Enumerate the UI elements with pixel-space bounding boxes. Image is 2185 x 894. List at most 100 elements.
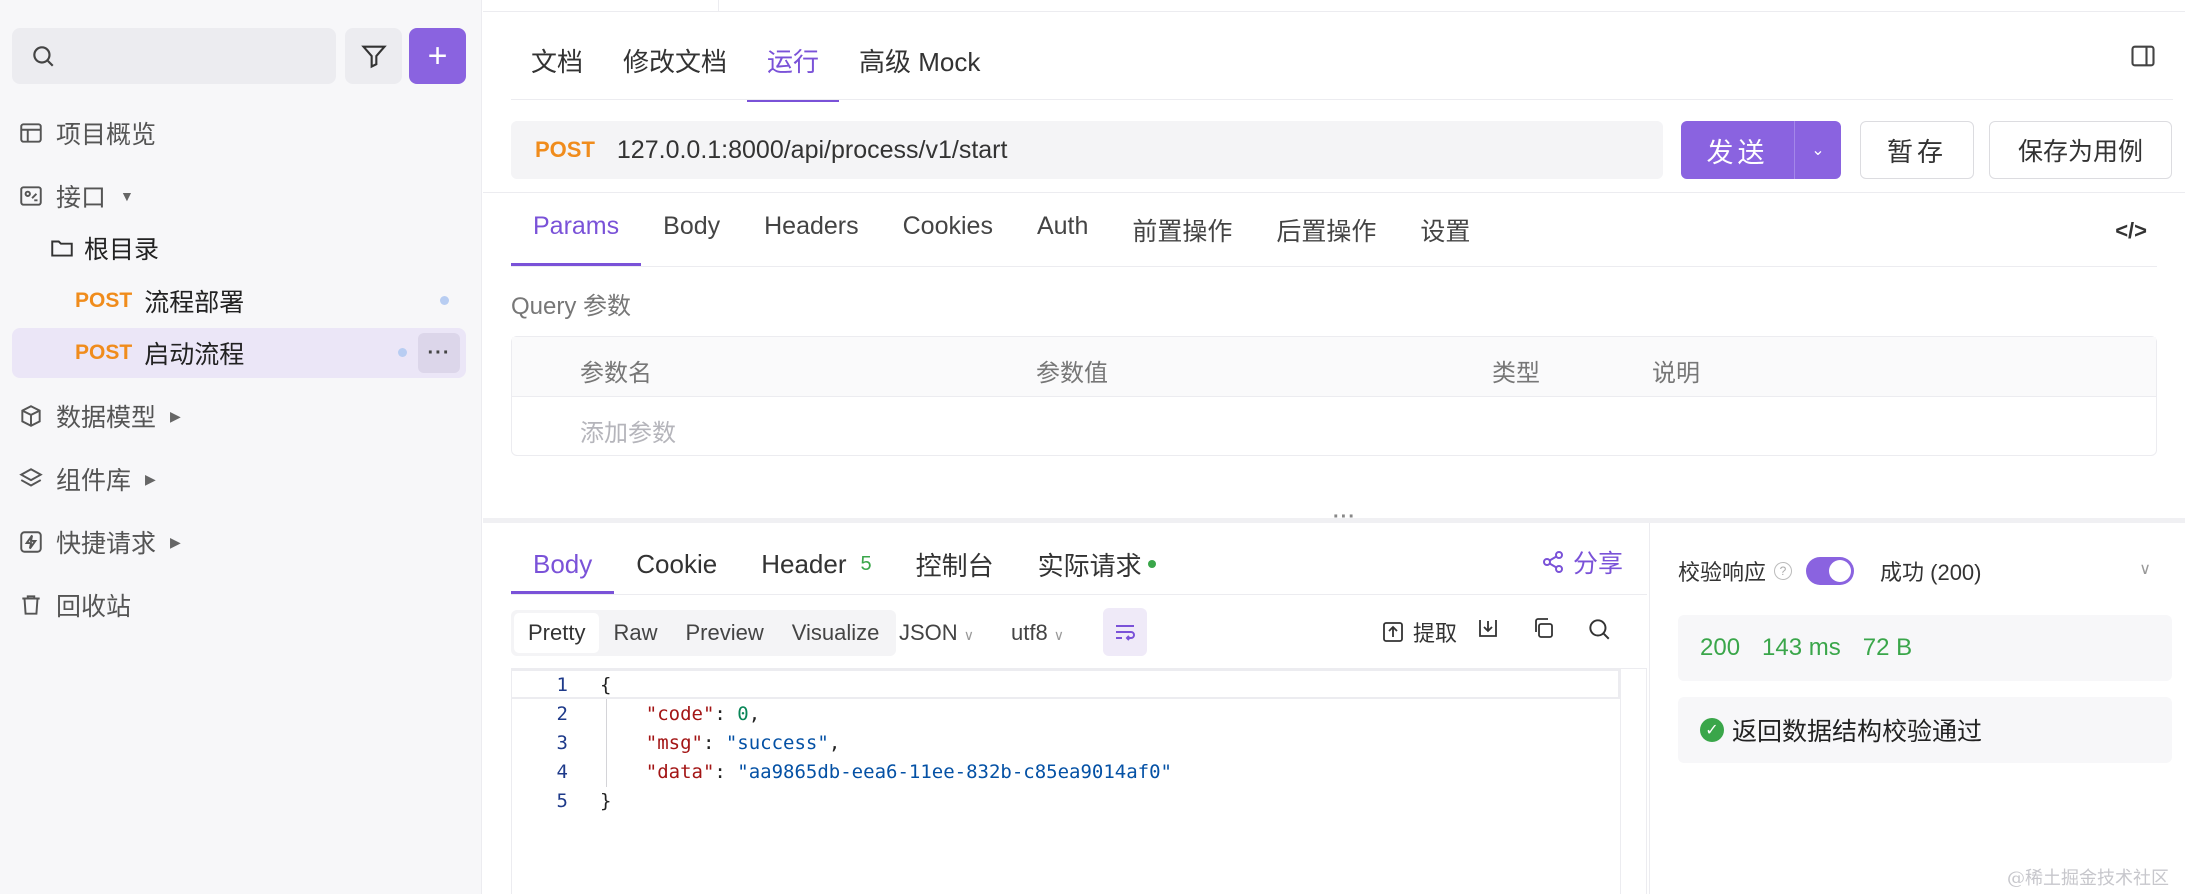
- nav-label: 数据模型: [56, 404, 157, 432]
- copy-icon: [1535, 618, 1553, 638]
- tab-advanced-mock[interactable]: 高级 Mock: [839, 30, 1000, 100]
- copy-button[interactable]: [1531, 616, 1555, 640]
- response-tabs: Body Cookie Header 5 控制台 实际请求: [511, 536, 1178, 594]
- tab-resp-body[interactable]: Body: [511, 536, 615, 594]
- tab-cookies[interactable]: Cookies: [881, 208, 1015, 258]
- code-line: 5 }: [512, 786, 612, 815]
- api-item-active[interactable]: POST 启动流程 ···: [12, 328, 466, 378]
- search-button[interactable]: [1586, 616, 1612, 642]
- check-circle-icon: ✓: [1700, 718, 1724, 742]
- tab-run[interactable]: 运行: [747, 30, 840, 102]
- divider: [483, 192, 2185, 193]
- method-select[interactable]: POST: [535, 137, 595, 163]
- url-bar[interactable]: POST 127.0.0.1:8000/api/process/v1/start: [511, 121, 1663, 179]
- status-select[interactable]: 成功 (200): [1880, 555, 1981, 587]
- format-selector: Pretty Raw Preview Visualize: [511, 610, 897, 656]
- save-button[interactable]: 暂存: [1860, 121, 1974, 179]
- line-number: 3: [556, 731, 568, 754]
- response-editor[interactable]: 1 { 2 "code": 0, 3 "msg": "success", 4 "…: [511, 668, 1647, 894]
- tab-resp-actual-request[interactable]: 实际请求: [1016, 536, 1178, 592]
- status-dot: [398, 348, 407, 357]
- share-icon: [1543, 551, 1563, 573]
- tab-resp-header[interactable]: Header 5: [739, 536, 893, 592]
- box-icon: [21, 405, 41, 427]
- code-icon[interactable]: </>: [2115, 218, 2147, 244]
- encoding-value: utf8: [1011, 620, 1048, 645]
- add-button[interactable]: +: [409, 28, 466, 84]
- chevron-down-icon: ∨: [963, 627, 974, 643]
- code-line: 1 {: [512, 670, 612, 699]
- format-raw[interactable]: Raw: [599, 613, 671, 653]
- format-pretty[interactable]: Pretty: [514, 613, 600, 653]
- caret-right-icon: ▶: [145, 470, 156, 487]
- tab-resp-console[interactable]: 控制台: [894, 536, 1016, 592]
- divider: [511, 266, 2157, 267]
- tab-params[interactable]: Params: [511, 208, 642, 266]
- line-number: 2: [556, 702, 568, 725]
- nav-project-overview[interactable]: 项目概览: [18, 113, 156, 153]
- format-visualize[interactable]: Visualize: [778, 613, 894, 653]
- api-item[interactable]: POST 流程部署: [12, 276, 466, 326]
- status-dot: [440, 296, 449, 305]
- json-sep: :: [714, 760, 738, 783]
- code-line: 2 "code": 0,: [512, 699, 761, 728]
- validate-toggle[interactable]: [1806, 557, 1855, 585]
- tab-auth[interactable]: Auth: [1015, 208, 1110, 258]
- nav-quick-request[interactable]: 快捷请求 ▶: [18, 522, 181, 562]
- nav-trash[interactable]: 回收站: [18, 585, 131, 625]
- code-text: {: [600, 673, 612, 696]
- add-param-input[interactable]: 添加参数: [580, 413, 676, 448]
- download-button[interactable]: [1476, 616, 1500, 640]
- validation-result: ✓ 返回数据结构校验通过: [1678, 697, 2172, 763]
- nav-label: 项目概览: [56, 121, 157, 149]
- url-input[interactable]: 127.0.0.1:8000/api/process/v1/start: [617, 136, 1008, 165]
- send-button[interactable]: 发送 ⌄: [1681, 121, 1841, 179]
- tab-headers[interactable]: Headers: [742, 208, 881, 258]
- validate-label: 校验响应: [1678, 560, 1767, 585]
- scrollbar[interactable]: [1620, 669, 1646, 894]
- nav-components[interactable]: 组件库 ▶: [18, 459, 156, 499]
- tab-post-ops[interactable]: 后置操作: [1254, 208, 1398, 258]
- json-key: "msg": [645, 731, 703, 754]
- tab-pre-ops[interactable]: 前置操作: [1110, 208, 1254, 258]
- format-preview[interactable]: Preview: [671, 613, 777, 653]
- watermark: @稀土掘金技术社区: [2007, 868, 2169, 889]
- lang-dropdown[interactable]: JSON ∨: [899, 620, 974, 646]
- chevron-down-icon[interactable]: ∨: [2139, 559, 2151, 579]
- share-button[interactable]: 分享: [1541, 544, 1623, 580]
- tab-doc[interactable]: 文档: [511, 30, 603, 100]
- chevron-down-icon[interactable]: ⌄: [1794, 121, 1841, 179]
- tab-body[interactable]: Body: [641, 208, 742, 258]
- trash-icon: [22, 595, 40, 615]
- nav-api[interactable]: 接口 ▼: [18, 176, 134, 216]
- more-icon[interactable]: ···: [418, 333, 460, 373]
- divider: [511, 99, 2173, 100]
- api-icon: [20, 186, 42, 206]
- response-time: 143 ms: [1762, 634, 1841, 661]
- extract-label: 提取: [1413, 621, 1458, 646]
- word-wrap-button[interactable]: [1103, 608, 1147, 656]
- panel-toggle-icon[interactable]: [2129, 42, 2157, 70]
- request-tabs: Params Body Headers Cookies Auth 前置操作 后置…: [511, 208, 1492, 266]
- response-metrics: 200 143 ms 72 B: [1678, 615, 2172, 681]
- nav-data-model[interactable]: 数据模型 ▶: [18, 396, 181, 436]
- tab-settings[interactable]: 设置: [1398, 208, 1492, 258]
- tab-label: Cookie: [636, 548, 718, 579]
- lightning-icon: [20, 531, 42, 553]
- json-value: "aa9865db-eea6-11ee-832b-c85ea9014af0": [737, 760, 1172, 783]
- search-input[interactable]: [12, 28, 336, 84]
- extract-button[interactable]: 提取: [1381, 616, 1457, 648]
- tab-label: Body: [533, 548, 593, 579]
- share-label: 分享: [1573, 550, 1624, 578]
- tab-resp-cookie[interactable]: Cookie: [614, 536, 739, 592]
- layout-icon: [20, 123, 42, 143]
- lang-value: JSON: [899, 620, 958, 645]
- encoding-dropdown[interactable]: utf8 ∨: [1011, 620, 1064, 646]
- filter-button[interactable]: [345, 28, 402, 84]
- response-size: 72 B: [1862, 634, 1913, 661]
- help-icon[interactable]: ?: [1774, 562, 1793, 580]
- tree-folder-root[interactable]: 根目录: [48, 228, 159, 268]
- tab-edit-doc[interactable]: 修改文档: [603, 30, 747, 100]
- save-as-case-button[interactable]: 保存为用例: [1989, 121, 2172, 179]
- validate-row: 校验响应 ? 成功 (200): [1678, 555, 1982, 587]
